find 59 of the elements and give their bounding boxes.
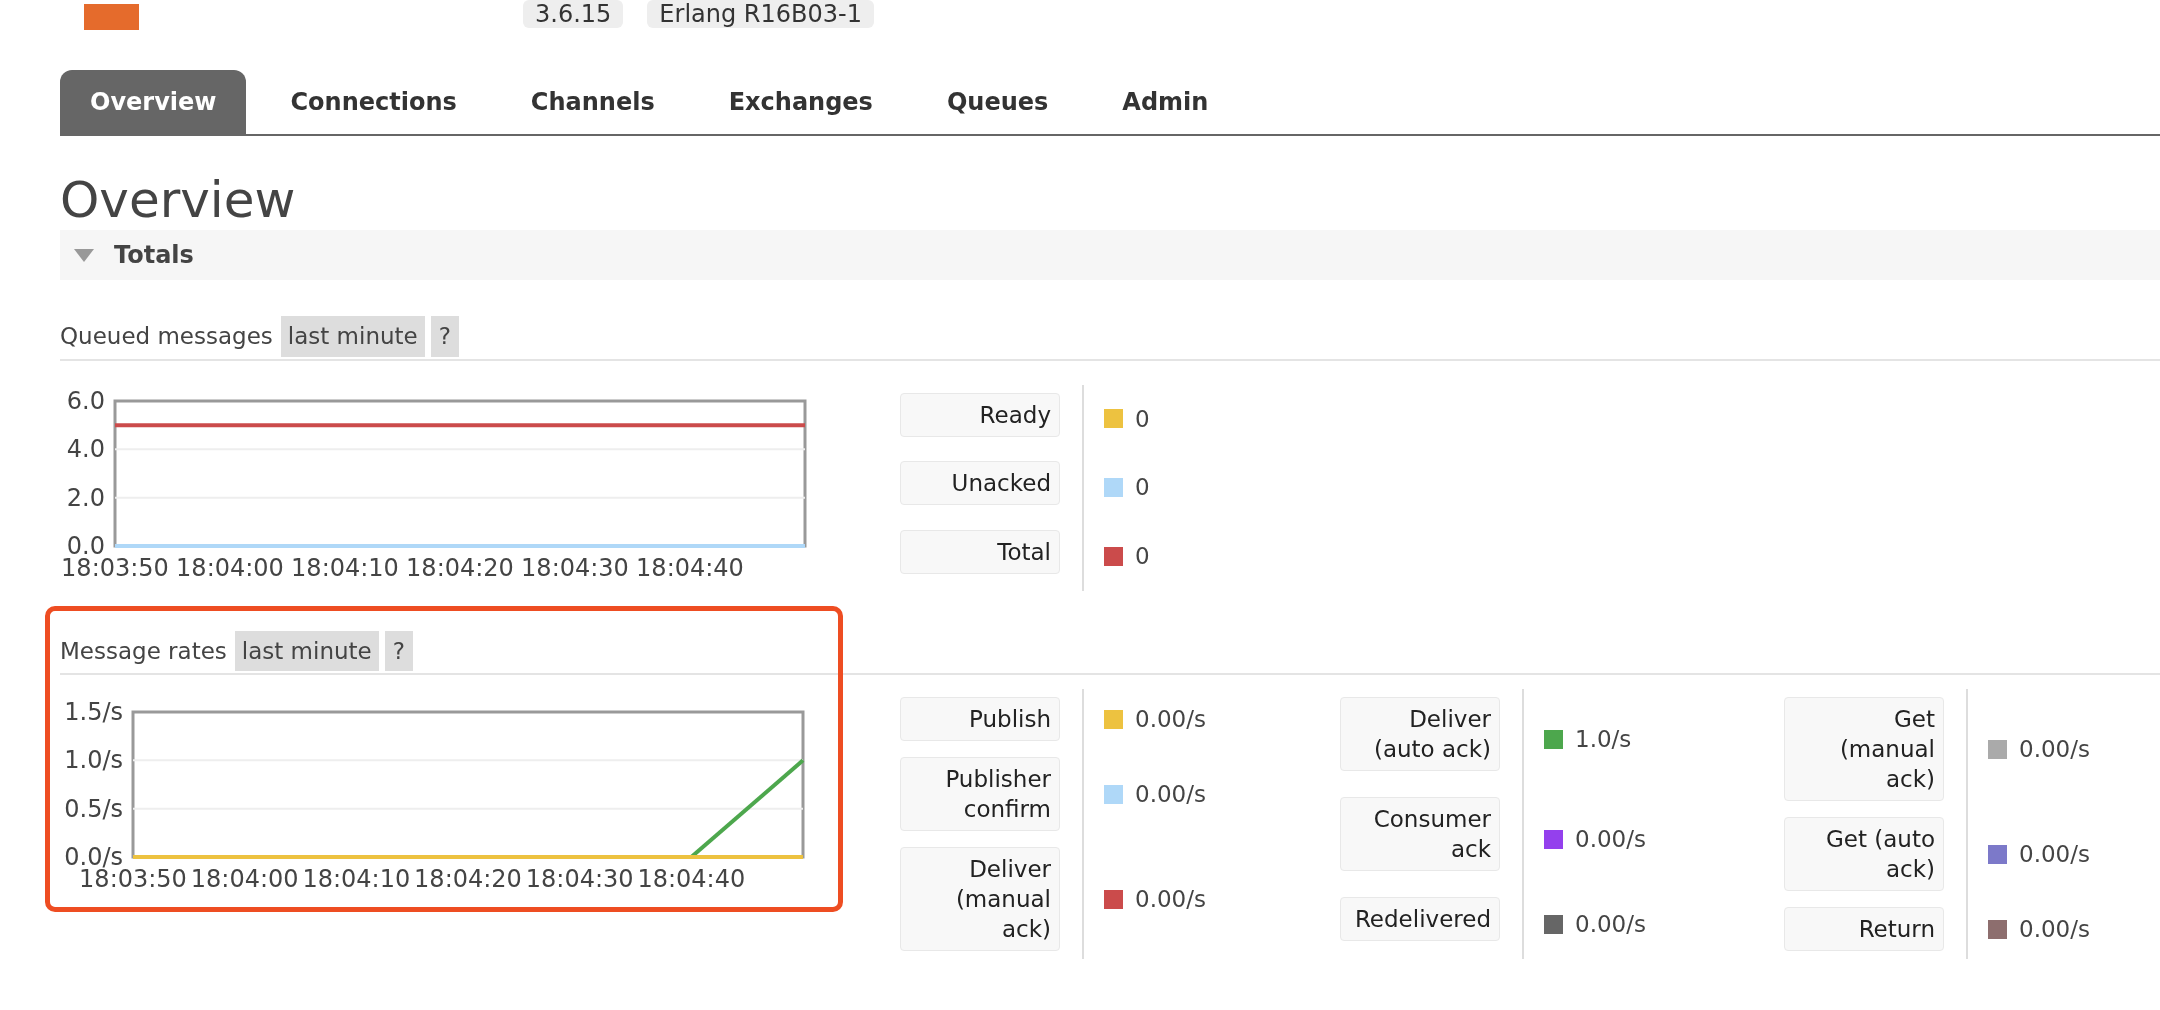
legend-label: Deliver (manual ack) — [900, 847, 1060, 951]
legend-label: Get (auto ack) — [1784, 817, 1944, 891]
x-tick-label: 18:04:10 — [291, 553, 399, 582]
y-tick-label: 2.0 — [66, 483, 105, 512]
section-title: Message rates — [60, 636, 227, 666]
y-tick-label: 1.5/s — [64, 698, 123, 726]
legend-label: Get (manual ack) — [1784, 697, 1944, 801]
legend-label: Publisher confirm — [900, 757, 1060, 831]
legend-label: Deliver (auto ack) — [1340, 697, 1500, 771]
legend-value: 1.0/s — [1575, 724, 1632, 754]
legend-label: Total — [900, 529, 1060, 574]
x-tick-label: 18:04:00 — [176, 553, 284, 582]
x-tick-label: 18:04:10 — [302, 865, 411, 893]
nav-tab[interactable]: Queues — [916, 70, 1079, 134]
legend-value: 0.00/s — [1575, 824, 1646, 854]
legend-value: 0.00/s — [1135, 704, 1206, 734]
legend-value: 0.00/s — [1135, 779, 1206, 809]
y-tick-label: 4.0 — [66, 434, 105, 463]
x-tick-label: 18:03:50 — [61, 553, 169, 582]
legend-label: Publish — [900, 697, 1060, 741]
legend-value: 0.00/s — [2019, 734, 2090, 764]
legend-label: Return — [1784, 907, 1944, 951]
nav-tab[interactable]: Exchanges — [698, 70, 903, 134]
version-badge: 3.6.15 — [523, 0, 624, 28]
range-selector[interactable]: last minute — [280, 316, 425, 357]
logo-icon — [84, 4, 139, 30]
legend-value: 0.00/s — [1135, 884, 1206, 914]
legend-value: 0 — [1135, 473, 1150, 503]
totals-header[interactable]: Totals — [60, 230, 2160, 280]
section-title: Totals — [114, 240, 194, 271]
x-tick-label: 18:04:30 — [521, 553, 629, 582]
x-tick-label: 18:04:20 — [414, 865, 522, 893]
y-tick-label: 0.5/s — [64, 794, 123, 823]
legend-value: 0 — [1135, 404, 1150, 434]
legend-label: Unacked — [900, 461, 1060, 506]
help-button[interactable]: ? — [430, 316, 459, 357]
page-title: Overview — [60, 170, 297, 230]
nav-tab[interactable]: Channels — [500, 70, 685, 134]
section-title: Queued messages — [60, 322, 273, 351]
y-tick-label: 6.0 — [66, 390, 105, 415]
x-tick-label: 18:04:40 — [636, 553, 744, 582]
x-tick-label: 18:04:00 — [190, 865, 299, 893]
legend-value: 0 — [1135, 541, 1150, 571]
legend-value: 0.00/s — [1575, 909, 1646, 939]
legend-label: Redelivered — [1340, 897, 1500, 941]
x-tick-label: 18:04:40 — [637, 865, 746, 893]
nav-tab[interactable]: Admin — [1092, 70, 1239, 134]
x-tick-label: 18:04:30 — [525, 865, 634, 893]
legend-value: 0.00/s — [2019, 914, 2090, 944]
y-tick-label: 1.0/s — [64, 746, 123, 775]
nav-tab[interactable]: Overview — [60, 70, 247, 134]
range-selector[interactable]: last minute — [234, 630, 379, 671]
x-tick-label: 18:04:20 — [406, 553, 514, 582]
legend-label: Consumer ack — [1340, 797, 1500, 871]
help-button[interactable]: ? — [384, 630, 413, 671]
legend-value: 0.00/s — [2019, 839, 2090, 869]
legend-label: Ready — [900, 392, 1060, 437]
erlang-badge: Erlang R16B03-1 — [647, 0, 874, 28]
nav-tab[interactable]: Connections — [260, 70, 487, 134]
